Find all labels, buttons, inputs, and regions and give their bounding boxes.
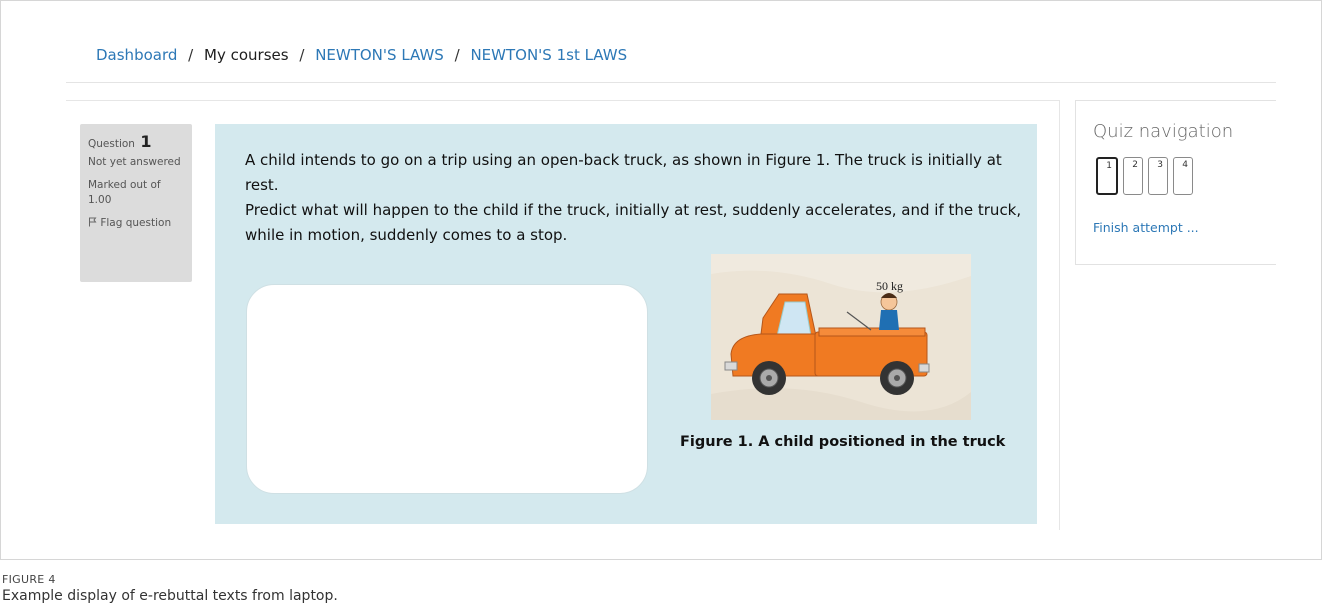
quiz-navigation-block: Quiz navigation 1 2 3 4 Finish attempt .… xyxy=(1075,100,1276,265)
answer-input[interactable] xyxy=(246,284,648,494)
question-number: 1 xyxy=(140,132,152,151)
breadcrumb-separator: / xyxy=(188,46,194,64)
quiz-nav-button-2[interactable]: 2 xyxy=(1123,157,1143,195)
quiz-nav-button-3[interactable]: 3 xyxy=(1148,157,1168,195)
quiz-nav-button-1[interactable]: 1 xyxy=(1096,157,1118,195)
finish-attempt-link[interactable]: Finish attempt ... xyxy=(1093,220,1199,235)
mass-label: 50 kg xyxy=(876,279,903,293)
breadcrumb-section[interactable]: NEWTON'S 1st LAWS xyxy=(470,46,627,64)
quiz-nav-button-4[interactable]: 4 xyxy=(1173,157,1193,195)
question-info-panel: Question 1 Not yet answered Marked out o… xyxy=(80,124,192,282)
question-text-line-1: A child intends to go on a trip using an… xyxy=(245,151,1002,194)
truck-illustration: 50 kg xyxy=(711,254,971,420)
flag-icon xyxy=(89,217,97,227)
flag-question-label: Flag question xyxy=(100,217,172,229)
question-state: Not yet answered xyxy=(88,156,181,168)
question-number-row: Question 1 xyxy=(88,134,184,152)
breadcrumb-separator: / xyxy=(454,46,460,64)
figure-description: Example display of e-rebuttal texts from… xyxy=(2,588,338,604)
breadcrumb-my-courses[interactable]: My courses xyxy=(204,46,289,64)
question-text: A child intends to go on a trip using an… xyxy=(245,148,1035,248)
quiz-navigation-title: Quiz navigation xyxy=(1093,121,1234,142)
breadcrumb-dashboard[interactable]: Dashboard xyxy=(96,46,177,64)
question-label: Question xyxy=(88,138,135,150)
breadcrumb-course[interactable]: NEWTON'S LAWS xyxy=(315,46,444,64)
question-grade: Marked out of 1.00 xyxy=(88,179,161,206)
truck-figure: 50 kg xyxy=(711,254,971,420)
breadcrumb: Dashboard / My courses / NEWTON'S LAWS /… xyxy=(96,46,627,64)
header-divider xyxy=(66,82,1276,83)
question-content: A child intends to go on a trip using an… xyxy=(215,124,1037,524)
figure-number-label: FIGURE 4 xyxy=(2,573,56,586)
breadcrumb-separator: / xyxy=(299,46,305,64)
quiz-navigation-buttons: 1 2 3 4 xyxy=(1096,157,1193,195)
figure-caption: Figure 1. A child positioned in the truc… xyxy=(680,434,1006,450)
flag-question-link[interactable]: Flag question xyxy=(88,216,184,231)
question-text-line-2: Predict what will happen to the child if… xyxy=(245,201,1022,244)
